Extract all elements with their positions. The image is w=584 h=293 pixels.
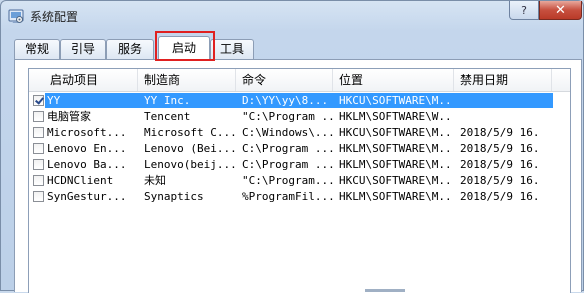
row-checkbox[interactable] [33, 191, 44, 202]
cell-startup-item: HCDNClient [47, 174, 114, 187]
window-title: 系统配置 [30, 10, 79, 24]
cell-startup-item: YY [47, 94, 61, 107]
cell-manufacturer: Lenovo(beij... [144, 158, 237, 171]
cell-disabled-date: 2018/5/9 16... [460, 158, 540, 171]
cell-manufacturer: 未知 [144, 174, 166, 187]
cell-disabled-date: 2018/5/9 16... [460, 126, 540, 139]
title-bar[interactable]: 系统配置 ? ✕ [1, 1, 584, 31]
tab-general[interactable]: 常规 [14, 39, 60, 59]
cell-manufacturer: Tencent [144, 110, 191, 123]
column-header-manufacturer[interactable]: 制造商 [138, 69, 236, 91]
cell-command: D:\YY\yy\8... [242, 94, 329, 107]
cell-disabled-date [460, 110, 540, 124]
table-row[interactable]: Lenovo Ba... Lenovo(beij... C:\Program .… [29, 157, 570, 173]
system-config-icon [8, 8, 24, 24]
cell-command: %ProgramFil... [242, 190, 334, 203]
table-row[interactable]: Lenovo En... Lenovo (Bei... C:\Program .… [29, 141, 570, 157]
cell-disabled-date: 2018/5/9 16... [460, 190, 540, 203]
cell-disabled-date: 2018/5/9 16... [460, 174, 540, 187]
cell-location: HKCU\SOFTWARE\M... [339, 174, 454, 187]
cell-manufacturer: YY Inc. [144, 94, 191, 107]
tab-tools[interactable]: 工具 [210, 39, 254, 59]
cell-disabled-date: 2018/5/9 16... [460, 142, 540, 155]
column-header-startup-item[interactable]: 启动项目 [44, 69, 138, 91]
cell-startup-item: Lenovo En... [47, 142, 127, 155]
close-button[interactable]: ✕ [539, 1, 582, 20]
cell-command: "C:\Program ... [242, 110, 334, 123]
cell-startup-item: Microsoft... [47, 126, 127, 139]
cell-location: HKCU\SOFTWARE\M... [339, 126, 454, 139]
cell-command: "C:\Program... [242, 174, 334, 187]
startup-items-list[interactable]: 启动项目 制造商 命令 位置 禁用日期 YY YY Inc. D:\YY\yy\… [28, 68, 571, 293]
cell-location: HKLM\SOFTWARE\W... [339, 110, 454, 123]
table-row[interactable]: Microsoft... Microsoft C... C:\Windows\.… [29, 125, 570, 141]
tab-services[interactable]: 服务 [106, 39, 154, 59]
cell-startup-item: SynGestur... [47, 190, 127, 203]
startup-tab-highlight-box [155, 31, 215, 61]
column-header-location[interactable]: 位置 [333, 69, 454, 91]
table-row[interactable]: SynGestur... Synaptics %ProgramFil... HK… [29, 189, 570, 205]
tab-strip: 常规 引导 服务 启动 工具 [1, 36, 584, 61]
cell-disabled-date [460, 94, 540, 108]
table-row[interactable]: 电脑管家 Tencent "C:\Program ... HKLM\SOFTWA… [29, 109, 570, 125]
system-configuration-window: 系统配置 ? ✕ 常规 引导 服务 启动 工具 启动项目 制造商 命令 位置 禁… [0, 0, 584, 293]
startup-panel: 启动项目 制造商 命令 位置 禁用日期 YY YY Inc. D:\YY\yy\… [14, 59, 582, 293]
cell-manufacturer: Microsoft C... [144, 126, 237, 139]
column-header-disabled-date[interactable]: 禁用日期 [454, 69, 552, 91]
cell-location: HKCU\SOFTWARE\M... [339, 94, 454, 107]
cell-startup-item: Lenovo Ba... [47, 158, 127, 171]
cell-location: HKLM\SOFTWARE\M... [339, 142, 454, 155]
cell-command: C:\Windows\... [242, 126, 334, 139]
help-button[interactable]: ? [509, 1, 539, 20]
row-checkbox[interactable] [33, 95, 44, 106]
row-checkbox[interactable] [33, 143, 44, 154]
tab-boot[interactable]: 引导 [60, 39, 106, 59]
row-checkbox[interactable] [33, 175, 44, 186]
table-row[interactable]: HCDNClient 未知 "C:\Program... HKCU\SOFTWA… [29, 173, 570, 189]
table-row[interactable]: YY YY Inc. D:\YY\yy\8... HKCU\SOFTWARE\M… [29, 93, 570, 109]
column-header-command[interactable]: 命令 [236, 69, 333, 91]
cell-command: C:\Program ... [242, 142, 334, 155]
row-checkbox[interactable] [33, 111, 44, 122]
cell-location: HKLM\SOFTWARE\M... [339, 190, 454, 203]
cell-manufacturer: Synaptics [144, 190, 204, 203]
list-header: 启动项目 制造商 命令 位置 禁用日期 [29, 69, 570, 92]
cell-command: C:\Program ... [242, 158, 334, 171]
cell-manufacturer: Lenovo (Bei... [144, 142, 237, 155]
row-checkbox[interactable] [33, 127, 44, 138]
row-checkbox[interactable] [33, 159, 44, 170]
cell-location: HKLM\SOFTWARE\M... [339, 158, 454, 171]
cell-startup-item: 电脑管家 [47, 110, 91, 123]
